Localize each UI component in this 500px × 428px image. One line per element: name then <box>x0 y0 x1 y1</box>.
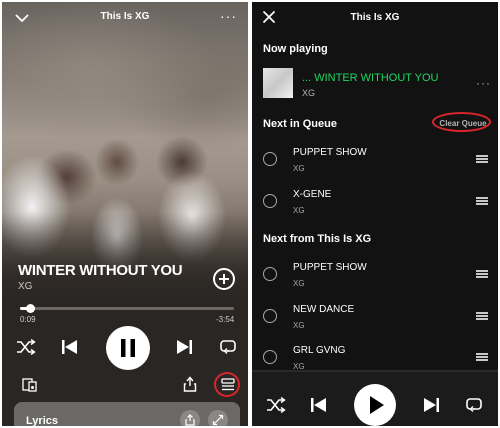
share-lyrics-button[interactable] <box>180 410 200 426</box>
pause-button[interactable] <box>106 326 150 370</box>
lyrics-card[interactable]: Lyrics <box>14 402 240 426</box>
repeat-icon[interactable] <box>465 397 483 413</box>
clear-queue-highlight-ring <box>432 112 491 132</box>
drag-handle-icon[interactable] <box>476 155 488 163</box>
playlist-title: This Is XG <box>100 11 150 22</box>
play-button[interactable] <box>354 384 396 426</box>
now-playing-title[interactable]: ... WINTER WITHOUT YOU <box>302 72 438 84</box>
track-title: NEW DANCE <box>293 304 355 315</box>
shuffle-icon[interactable] <box>16 339 36 355</box>
track-title: PUPPET SHOW <box>293 262 367 273</box>
queue-highlight-ring <box>214 372 240 397</box>
next-in-queue-heading: Next in Queue <box>263 118 337 130</box>
track-title: X-GENE <box>293 189 332 200</box>
shuffle-icon[interactable] <box>266 397 286 413</box>
pause-icon <box>121 339 135 357</box>
share-icon <box>185 414 195 426</box>
track-title: GRL GVNG <box>293 345 346 356</box>
expand-lyrics-button[interactable] <box>208 410 228 426</box>
more-icon[interactable]: ··· <box>476 76 491 90</box>
track-artist: XG <box>293 279 305 288</box>
share-icon[interactable] <box>183 376 197 392</box>
progress-knob[interactable] <box>26 304 35 313</box>
track-title: PUPPET SHOW <box>293 147 367 158</box>
track-artist: XG <box>293 321 305 330</box>
track-artist: XG <box>293 164 305 173</box>
now-playing-screen: This Is XG ··· WINTER WITHOUT YOU XG 0:0… <box>2 2 248 426</box>
next-from-heading: Next from This Is XG <box>263 233 372 245</box>
lyrics-label: Lyrics <box>26 415 59 426</box>
track-artist: XG <box>293 206 305 215</box>
now-playing-artist: XG <box>302 88 316 98</box>
queue-screen: This Is XG Now playing ... WINTER WITHOU… <box>252 2 498 426</box>
add-icon[interactable] <box>213 268 235 290</box>
song-artist[interactable]: XG <box>18 281 32 292</box>
queue-header-title: This Is XG <box>350 12 400 23</box>
radio-icon[interactable] <box>263 152 277 166</box>
previous-icon[interactable] <box>61 339 79 355</box>
drag-handle-icon[interactable] <box>476 353 488 361</box>
radio-icon[interactable] <box>263 267 277 281</box>
now-playing-album-art <box>263 68 293 98</box>
time-remaining: -3:54 <box>216 315 235 324</box>
repeat-icon[interactable] <box>219 339 237 355</box>
radio-icon[interactable] <box>263 194 277 208</box>
now-playing-heading: Now playing <box>263 43 328 55</box>
next-icon[interactable] <box>175 339 193 355</box>
chevron-down-icon[interactable] <box>14 10 30 26</box>
more-icon[interactable]: ··· <box>220 8 237 24</box>
expand-icon <box>212 414 224 426</box>
radio-icon[interactable] <box>263 350 277 364</box>
song-title: WINTER WITHOUT YOU <box>18 262 183 279</box>
play-icon <box>370 396 384 414</box>
close-icon[interactable] <box>262 10 276 24</box>
devices-icon[interactable] <box>22 378 38 392</box>
time-elapsed: 0:09 <box>20 315 36 324</box>
progress-bar[interactable] <box>20 304 234 313</box>
next-icon[interactable] <box>422 397 440 413</box>
drag-handle-icon[interactable] <box>476 312 488 320</box>
radio-icon[interactable] <box>263 309 277 323</box>
drag-handle-icon[interactable] <box>476 270 488 278</box>
previous-icon[interactable] <box>310 397 328 413</box>
drag-handle-icon[interactable] <box>476 197 488 205</box>
